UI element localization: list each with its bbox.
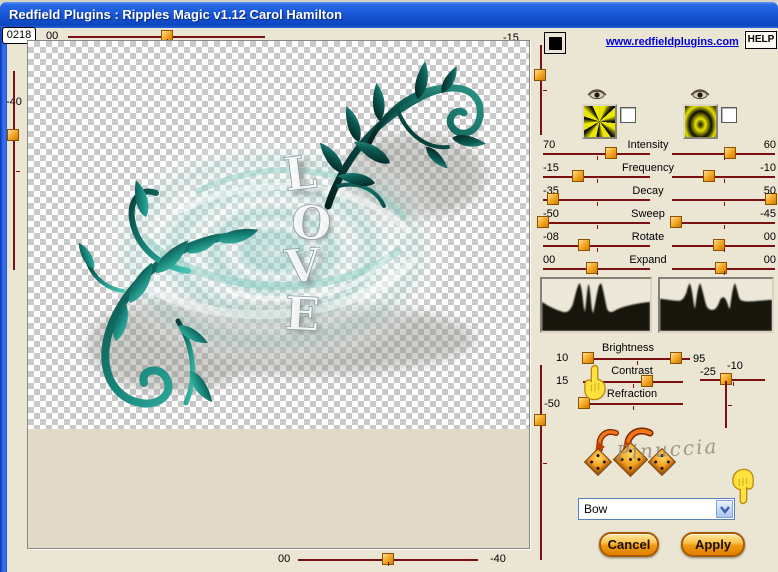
param-right-slider[interactable]	[672, 170, 775, 183]
black-square-icon	[548, 36, 562, 50]
param-row-rotate: -08 Rotate 00	[540, 231, 777, 254]
slider-handle[interactable]	[703, 170, 716, 182]
offset-control-vertical-rail	[725, 381, 732, 428]
param-row-expand: 00 Expand 00	[540, 254, 777, 277]
brightness-left-value: 10	[556, 352, 569, 364]
plugin-window: Redfield Plugins : Ripples Magic v1.12 C…	[0, 0, 778, 572]
slider-handle[interactable]	[534, 68, 546, 81]
slider-handle[interactable]	[537, 216, 549, 228]
eye-icon[interactable]	[690, 87, 710, 100]
slider-handle[interactable]	[586, 262, 599, 274]
param-left-slider[interactable]	[543, 239, 650, 252]
slider-handle[interactable]	[577, 239, 590, 251]
window-title: Redfield Plugins : Ripples Magic v1.12 C…	[9, 7, 343, 22]
slider-handle[interactable]	[641, 375, 653, 387]
apply-button[interactable]: Apply	[681, 532, 745, 557]
slider-handle[interactable]	[715, 262, 728, 274]
slider-handle[interactable]	[670, 352, 683, 364]
texture-checkbox-left[interactable]	[620, 107, 636, 123]
refraction-value: -50	[544, 398, 560, 410]
slider-handle[interactable]	[534, 413, 546, 426]
param-left-value: 00	[543, 254, 556, 266]
param-left-slider[interactable]	[543, 147, 650, 160]
background-color-swatch[interactable]	[544, 32, 566, 54]
offset-y-value: -10	[727, 360, 743, 372]
preset-dropdown-value: Bow	[584, 502, 608, 516]
pointing-hand-cursor	[584, 364, 606, 401]
right-top-rail-slider[interactable]	[534, 45, 547, 135]
bottom-slider-label: 00	[278, 553, 291, 565]
chevron-down-icon	[719, 506, 730, 514]
slider-handle[interactable]	[723, 147, 736, 159]
param-right-value: 60	[763, 139, 776, 151]
preview-artwork: L O V E L O V E	[73, 60, 487, 408]
texture-thumbnail-starburst[interactable]	[582, 104, 617, 139]
website-link[interactable]: www.redfieldplugins.com	[606, 36, 739, 48]
right-bottom-rail-slider[interactable]	[534, 365, 547, 560]
window-left-border	[0, 28, 7, 572]
parameter-rows: 70 Intensity 60 -15 Frequency -10 -35 De…	[537, 139, 777, 279]
param-right-slider[interactable]	[672, 193, 777, 206]
preview-canvas[interactable]: L O V E L O V E	[28, 41, 529, 429]
slider-handle[interactable]	[7, 128, 19, 141]
param-right-slider[interactable]	[672, 262, 775, 275]
param-left-slider[interactable]	[543, 170, 650, 183]
param-right-slider[interactable]	[670, 216, 775, 229]
param-right-slider[interactable]	[672, 147, 775, 160]
param-label: Expand	[629, 254, 667, 266]
param-right-slider[interactable]	[672, 239, 775, 252]
slider-handle[interactable]	[713, 239, 726, 251]
param-right-value: 50	[763, 185, 776, 197]
param-left-value: -08	[543, 231, 559, 243]
help-button[interactable]: HELP	[745, 31, 777, 49]
brightness-right-value: 95	[693, 353, 706, 365]
param-left-value: 70	[543, 139, 556, 151]
histogram-display-right	[658, 277, 774, 333]
param-label: Intensity	[627, 139, 669, 151]
param-row-sweep: -50 Sweep -45	[537, 208, 777, 231]
texture-checkbox-right[interactable]	[721, 107, 737, 123]
param-left-slider[interactable]	[543, 193, 650, 206]
param-right-value: 00	[763, 254, 776, 266]
offset-control[interactable]	[700, 373, 765, 386]
top-slider[interactable]	[68, 30, 265, 43]
param-label: Decay	[632, 185, 664, 197]
love-letter: E	[283, 286, 321, 342]
param-right-value: -45	[760, 208, 776, 220]
slider-handle[interactable]	[670, 216, 683, 228]
cancel-button[interactable]: Cancel	[599, 532, 659, 557]
love-letter: L	[281, 144, 320, 202]
pointing-hand-cursor	[732, 468, 754, 505]
bottom-slider[interactable]	[298, 553, 478, 566]
slider-handle[interactable]	[546, 193, 559, 205]
preview-panel: L O V E L O V E	[27, 40, 530, 549]
eye-icon[interactable]	[587, 87, 607, 100]
slider-handle[interactable]	[382, 553, 394, 565]
param-right-value: -10	[760, 162, 776, 174]
bottom-right-value: -40	[490, 553, 506, 565]
texture-thumbnail-ripples[interactable]	[683, 104, 718, 139]
left-rail-slider[interactable]	[7, 71, 20, 270]
param-row-intensity: 70 Intensity 60	[540, 139, 777, 162]
param-row-decay: -35 Decay 50	[540, 185, 777, 208]
histogram-display-left	[540, 277, 652, 333]
contrast-value: 15	[556, 375, 569, 387]
slider-handle[interactable]	[572, 170, 585, 182]
offset-x-value: -25	[700, 366, 716, 378]
param-label: Frequency	[622, 162, 674, 174]
brightness-label: Brightness	[602, 342, 654, 354]
param-row-frequency: -15 Frequency -10	[540, 162, 777, 185]
param-left-slider[interactable]	[537, 216, 650, 229]
preset-dropdown[interactable]: Bow	[578, 498, 735, 520]
param-left-value: -15	[543, 162, 559, 174]
param-right-value: 00	[763, 231, 776, 243]
param-label: Rotate	[631, 231, 665, 243]
title-bar[interactable]: Redfield Plugins : Ripples Magic v1.12 C…	[0, 2, 778, 28]
param-left-slider[interactable]	[543, 262, 650, 275]
